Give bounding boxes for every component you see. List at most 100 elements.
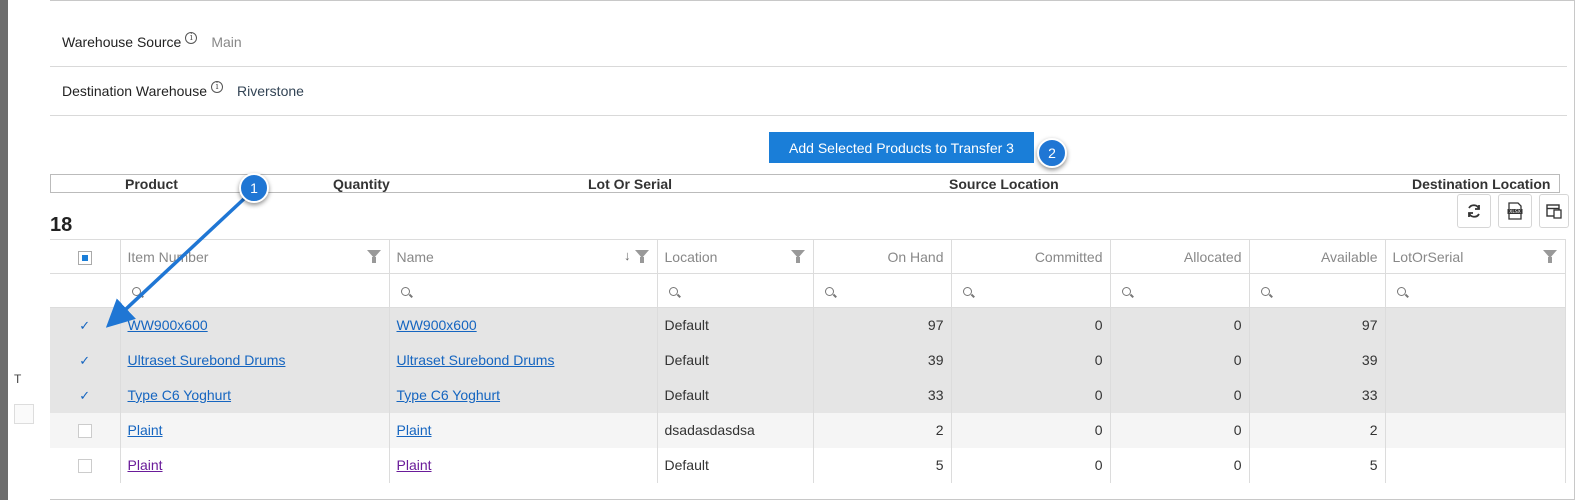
select-all-checkbox-cell[interactable] (50, 239, 121, 274)
col-header-label: Location (664, 248, 718, 265)
svg-text:XLSX: XLSX (1509, 209, 1521, 215)
left-panel-box (14, 404, 34, 424)
col-header-on-hand[interactable]: On Hand (813, 239, 952, 274)
name-link[interactable]: Ultraset Surebond Drums (397, 352, 555, 368)
col-header-allocated[interactable]: Allocated (1110, 239, 1250, 274)
on-hand-cell: 2 (813, 412, 952, 448)
available-cell: 39 (1249, 342, 1386, 378)
row-checkbox-checked[interactable]: ✓ (78, 319, 92, 333)
column-chooser-button[interactable] (1539, 194, 1569, 228)
filter-name[interactable] (389, 273, 658, 308)
search-icon (1396, 287, 1406, 297)
record-count: 18 (50, 214, 73, 236)
filter-lot-or-serial[interactable] (1385, 273, 1566, 308)
info-icon[interactable]: i (211, 81, 224, 93)
table-row[interactable]: Plaint Plaint dsadasdasdsa 2 0 0 2 (50, 412, 1566, 448)
destination-warehouse-row: Destination Warehouse i Riverstone (50, 67, 1567, 116)
filter-icon[interactable] (634, 250, 649, 263)
committed-cell: 0 (951, 412, 1111, 448)
name-link[interactable]: WW900x600 (397, 317, 477, 333)
destination-warehouse-value[interactable]: Riverstone (237, 83, 304, 99)
filter-cell-empty (50, 273, 121, 308)
refresh-icon (1468, 204, 1480, 218)
item-number-cell: Ultraset Surebond Drums (120, 342, 390, 378)
on-hand-cell: 97 (813, 307, 952, 343)
row-checkbox-cell[interactable] (50, 447, 121, 483)
table-row[interactable]: ✓ Ultraset Surebond Drums Ultraset Surebon… (50, 342, 1566, 378)
table-row[interactable]: ✓ Type C6 Yoghurt Type C6 Yoghurt Default 33… (50, 377, 1566, 413)
allocated-cell: 0 (1110, 307, 1250, 343)
row-checkbox-cell[interactable]: ✓ (50, 307, 121, 343)
table-row[interactable]: Plaint Plaint Default 5 0 0 5 (50, 447, 1566, 483)
item-number-cell: Type C6 Yoghurt (120, 377, 390, 413)
table-row[interactable]: ✓ WW900x600 WW900x600 Default 97 0 0 97 (50, 307, 1566, 343)
available-cell: 2 (1249, 412, 1386, 448)
row-checkbox-cell[interactable] (50, 412, 121, 448)
refresh-button[interactable] (1457, 194, 1491, 228)
committed-cell: 0 (951, 342, 1111, 378)
select-all-checkbox[interactable] (77, 250, 92, 265)
col-header-location[interactable]: Location (657, 239, 814, 274)
item-number-link[interactable]: Type C6 Yoghurt (128, 387, 232, 403)
row-checkbox-checked[interactable]: ✓ (78, 354, 92, 368)
callout-badge-2: 2 (1037, 138, 1067, 168)
lot-or-serial-cell (1385, 377, 1566, 413)
col-header-lot-or-serial[interactable]: LotOrSerial (1385, 239, 1566, 274)
row-checkbox[interactable] (77, 424, 92, 439)
col-header-name[interactable]: Name ↓ (389, 239, 658, 274)
add-selected-products-button[interactable]: Add Selected Products to Transfer 3 (769, 132, 1034, 163)
search-icon (400, 287, 410, 297)
row-checkbox-checked[interactable]: ✓ (78, 389, 92, 403)
on-hand-cell: 39 (813, 342, 952, 378)
name-link[interactable]: Plaint (397, 457, 432, 473)
item-number-link[interactable]: Plaint (128, 457, 163, 473)
export-xlsx-button[interactable]: XLSX (1498, 194, 1532, 228)
allocated-cell: 0 (1110, 447, 1250, 483)
location-cell: Default (657, 307, 814, 343)
filter-location[interactable] (657, 273, 814, 308)
filter-icon[interactable] (366, 250, 381, 263)
warehouse-source-label: Warehouse Source (62, 34, 182, 50)
name-cell: Ultraset Surebond Drums (389, 342, 658, 378)
item-number-cell: WW900x600 (120, 307, 390, 343)
left-panel: T (8, 0, 50, 500)
item-number-link[interactable]: Ultraset Surebond Drums (128, 352, 286, 368)
row-checkbox-cell[interactable]: ✓ (50, 377, 121, 413)
name-cell: Plaint (389, 412, 658, 448)
committed-cell: 0 (951, 447, 1111, 483)
grid-header-row: Item Number Name ↓ Location On Hand Commi… (50, 239, 1566, 274)
search-icon (1121, 287, 1131, 297)
filter-row (50, 273, 1566, 308)
filter-icon[interactable] (1542, 250, 1557, 263)
filter-item-number[interactable] (120, 273, 390, 308)
filter-icon[interactable] (790, 250, 805, 263)
item-number-link[interactable]: Plaint (128, 422, 163, 438)
row-checkbox-cell[interactable]: ✓ (50, 342, 121, 378)
info-icon[interactable]: i (185, 32, 198, 44)
col-header-label: On Hand (887, 248, 944, 265)
col-header-item-number[interactable]: Item Number (120, 239, 390, 274)
name-link[interactable]: Plaint (397, 422, 432, 438)
destination-warehouse-label: Destination Warehouse (62, 83, 208, 99)
warehouse-source-row: Warehouse Source i Main (50, 18, 1567, 67)
transfer-col-quantity: Quantity (333, 176, 390, 192)
filter-available[interactable] (1249, 273, 1386, 308)
allocated-cell: 0 (1110, 412, 1250, 448)
available-cell: 97 (1249, 307, 1386, 343)
sort-descending-icon: ↓ (624, 248, 631, 263)
search-icon (668, 287, 678, 297)
row-checkbox[interactable] (77, 459, 92, 474)
left-edge-strip (0, 0, 8, 500)
name-cell: Type C6 Yoghurt (389, 377, 658, 413)
name-link[interactable]: Type C6 Yoghurt (397, 387, 501, 403)
transfer-col-lot: Lot Or Serial (588, 176, 673, 192)
filter-allocated[interactable] (1110, 273, 1250, 308)
item-number-link[interactable]: WW900x600 (128, 317, 208, 333)
col-header-available[interactable]: Available (1249, 239, 1386, 274)
col-header-committed[interactable]: Committed (951, 239, 1111, 274)
filter-on-hand[interactable] (813, 273, 952, 308)
committed-cell: 0 (951, 307, 1111, 343)
filter-committed[interactable] (951, 273, 1111, 308)
col-header-label: Available (1320, 248, 1378, 265)
search-icon (1260, 287, 1270, 297)
